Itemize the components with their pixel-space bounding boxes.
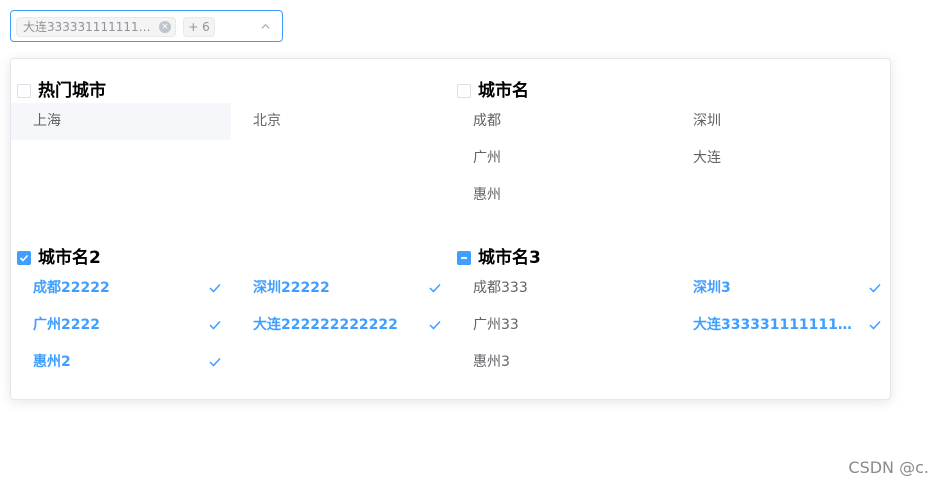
group-header-4[interactable]: 城市名3 [457,248,541,268]
tag-close-icon[interactable]: × [159,21,171,33]
option-item[interactable]: 惠州3 [451,344,671,381]
group-header-1[interactable]: 热门城市 [17,81,106,101]
option-item[interactable]: 深圳3 [671,270,891,307]
option-label: 广州2222 [33,317,100,333]
chevron-up-icon[interactable] [261,22,270,31]
option-label: 上海 [33,113,61,129]
option-label: 惠州 [473,187,501,203]
group-title: 城市名2 [38,248,101,268]
option-item[interactable]: 广州2222 [11,307,231,344]
option-item[interactable]: 大连222222222222 [231,307,451,344]
option-label: 成都22222 [33,280,110,296]
option-item[interactable]: 大连3333311111111111 [671,307,891,344]
group-header-3[interactable]: 城市名2 [17,248,101,268]
watermark: CSDN @c. [848,458,929,477]
option-label: 惠州2 [33,354,71,370]
option-label: 广州 [473,150,501,166]
option-item[interactable]: 广州33 [451,307,671,344]
option-item[interactable]: 成都22222 [11,270,231,307]
option-label: 成都 [473,113,501,129]
group-checkbox[interactable] [457,251,471,265]
collapsed-tags-count: + 6 [183,17,215,37]
option-label: 深圳3 [693,280,731,296]
check-icon [429,320,441,330]
option-label: 深圳22222 [253,280,330,296]
group-checkbox[interactable] [17,84,31,98]
option-label: 大连 [693,150,721,166]
option-label: 惠州3 [473,354,510,370]
option-label: 大连3333311111111111 [693,317,853,333]
check-icon [209,320,221,330]
option-item[interactable]: 广州 [451,140,671,177]
group-title: 城市名3 [478,248,541,268]
option-item[interactable]: 北京 [231,103,451,140]
check-icon [209,357,221,367]
city-select[interactable]: 大连3333311111111111 × + 6 [10,10,283,42]
minus-icon [461,257,467,259]
selected-tag: 大连3333311111111111 × [16,17,176,37]
option-item[interactable]: 成都333 [451,270,671,307]
check-icon [869,320,881,330]
dropdown-panel: 热门城市上海 北京 城市名成都 深圳广州 大连惠州城市名2 成都22222 深圳22222 广… [10,58,891,400]
option-label: 成都333 [473,280,528,296]
page-root: 大连3333311111111111 × + 6 热门城市上海北京城市名成都深圳… [0,0,943,485]
option-item[interactable]: 上海 [11,103,231,140]
check-icon [429,283,441,293]
check-icon [869,283,881,293]
option-label: 广州33 [473,317,519,333]
group-checkbox[interactable] [457,84,471,98]
option-label: 大连222222222222 [253,317,398,333]
option-label: 深圳 [693,113,721,129]
checkmark-icon [19,254,29,262]
option-item[interactable]: 大连 [671,140,891,177]
group-title: 热门城市 [38,81,106,101]
selected-tag-label: 大连3333311111111111 [23,20,153,34]
option-item[interactable]: 成都 [451,103,671,140]
group-title: 城市名 [478,81,529,101]
option-item[interactable]: 深圳 [671,103,891,140]
group-header-2[interactable]: 城市名 [457,81,529,101]
group-checkbox[interactable] [17,251,31,265]
option-item[interactable]: 惠州2 [11,344,231,381]
check-icon [209,283,221,293]
option-item[interactable]: 深圳22222 [231,270,451,307]
option-item[interactable]: 惠州 [451,177,671,214]
option-label: 北京 [253,113,281,129]
